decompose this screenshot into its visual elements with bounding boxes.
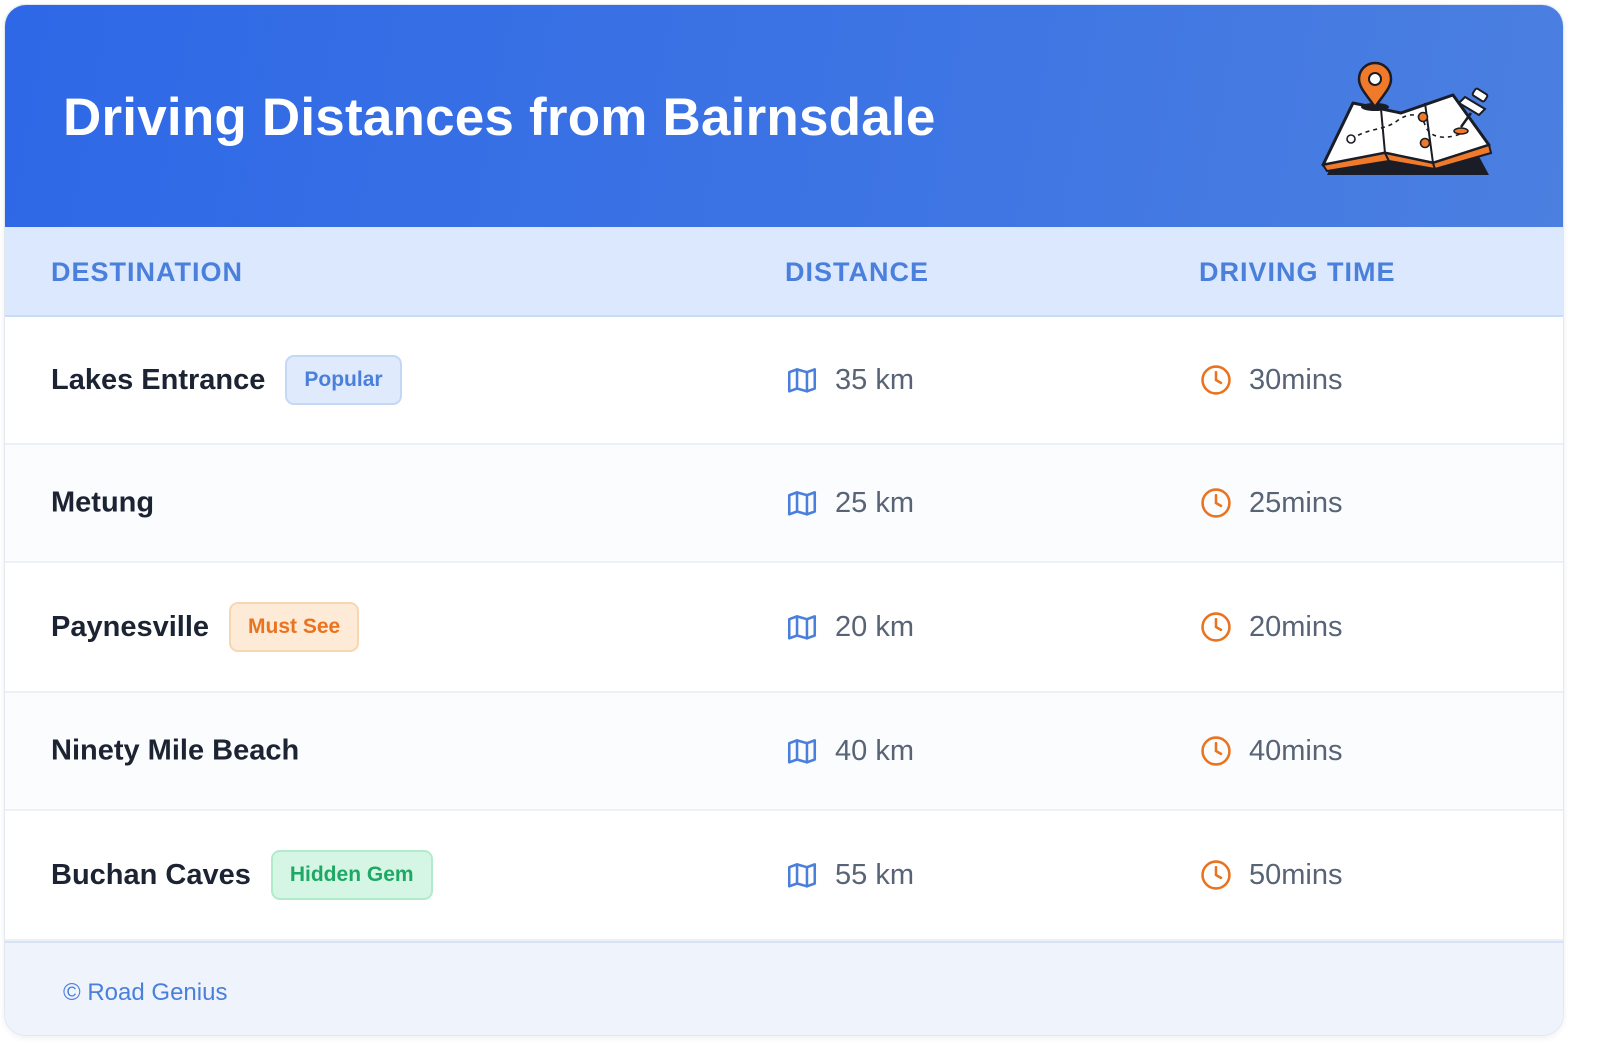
driving-time-cell: 40mins (1199, 734, 1343, 768)
distance-value: 40 km (835, 734, 914, 767)
table-row: Paynesville Must See 20 km 20mins (5, 563, 1563, 693)
distance-cell: 40 km (785, 734, 914, 768)
column-header-distance: DISTANCE (785, 257, 930, 287)
driving-time-value: 30mins (1249, 363, 1343, 396)
map-with-pins-icon (1321, 61, 1493, 175)
column-header-driving-time: DRIVING TIME (1199, 257, 1396, 287)
destination-cell: Buchan Caves Hidden Gem (51, 850, 433, 900)
clock-icon (1199, 858, 1233, 892)
footer-credit: © Road Genius (63, 979, 228, 1006)
clock-icon (1199, 734, 1233, 768)
table-row: Metung 25 km 25mins (5, 445, 1563, 563)
page-title: Driving Distances from Bairnsdale (63, 88, 936, 147)
clock-icon (1199, 363, 1233, 397)
column-header-destination: DESTINATION (51, 257, 243, 287)
driving-time-cell: 30mins (1199, 363, 1343, 397)
distances-card: Driving Distances from Bairnsdale DESTIN… (4, 4, 1564, 1036)
driving-time-value: 40mins (1249, 734, 1343, 767)
destination-name: Ninety Mile Beach (51, 734, 300, 767)
card-header: Driving Distances from Bairnsdale (5, 5, 1563, 227)
badge-hidden-gem: Hidden Gem (270, 850, 433, 900)
destination-cell: Metung (51, 487, 154, 520)
destination-cell: Lakes Entrance Popular (51, 355, 402, 405)
table-row: Ninety Mile Beach 40 km 40mins (5, 693, 1563, 811)
card-footer: © Road Genius (5, 941, 1563, 1035)
clock-icon (1199, 610, 1233, 644)
map-icon (785, 610, 819, 644)
distance-value: 25 km (835, 486, 914, 519)
driving-time-cell: 50mins (1199, 858, 1343, 892)
distance-value: 35 km (835, 363, 914, 396)
distance-value: 20 km (835, 610, 914, 643)
table-row: Lakes Entrance Popular 35 km 30mins (5, 317, 1563, 445)
destination-cell: Paynesville Must See (51, 602, 360, 652)
distance-value: 55 km (835, 858, 914, 891)
table-header: DESTINATION DISTANCE DRIVING TIME (5, 227, 1563, 317)
distance-cell: 20 km (785, 610, 914, 644)
distance-cell: 55 km (785, 858, 914, 892)
distance-cell: 25 km (785, 486, 914, 520)
driving-time-cell: 20mins (1199, 610, 1343, 644)
destination-cell: Ninety Mile Beach (51, 735, 299, 768)
driving-time-cell: 25mins (1199, 486, 1343, 520)
driving-time-value: 25mins (1249, 486, 1343, 519)
table-row: Buchan Caves Hidden Gem 55 km 50mins (5, 811, 1563, 941)
distance-cell: 35 km (785, 363, 914, 397)
destination-name: Lakes Entrance (51, 363, 266, 396)
badge-must-see: Must See (229, 602, 360, 652)
driving-time-value: 50mins (1249, 858, 1343, 891)
driving-time-value: 20mins (1249, 610, 1343, 643)
destination-name: Buchan Caves (51, 858, 251, 891)
badge-popular: Popular (285, 355, 402, 405)
map-icon (785, 734, 819, 768)
destination-name: Metung (51, 486, 155, 519)
map-icon (785, 486, 819, 520)
clock-icon (1199, 486, 1233, 520)
destination-name: Paynesville (51, 610, 209, 643)
map-icon (785, 858, 819, 892)
map-icon (785, 363, 819, 397)
